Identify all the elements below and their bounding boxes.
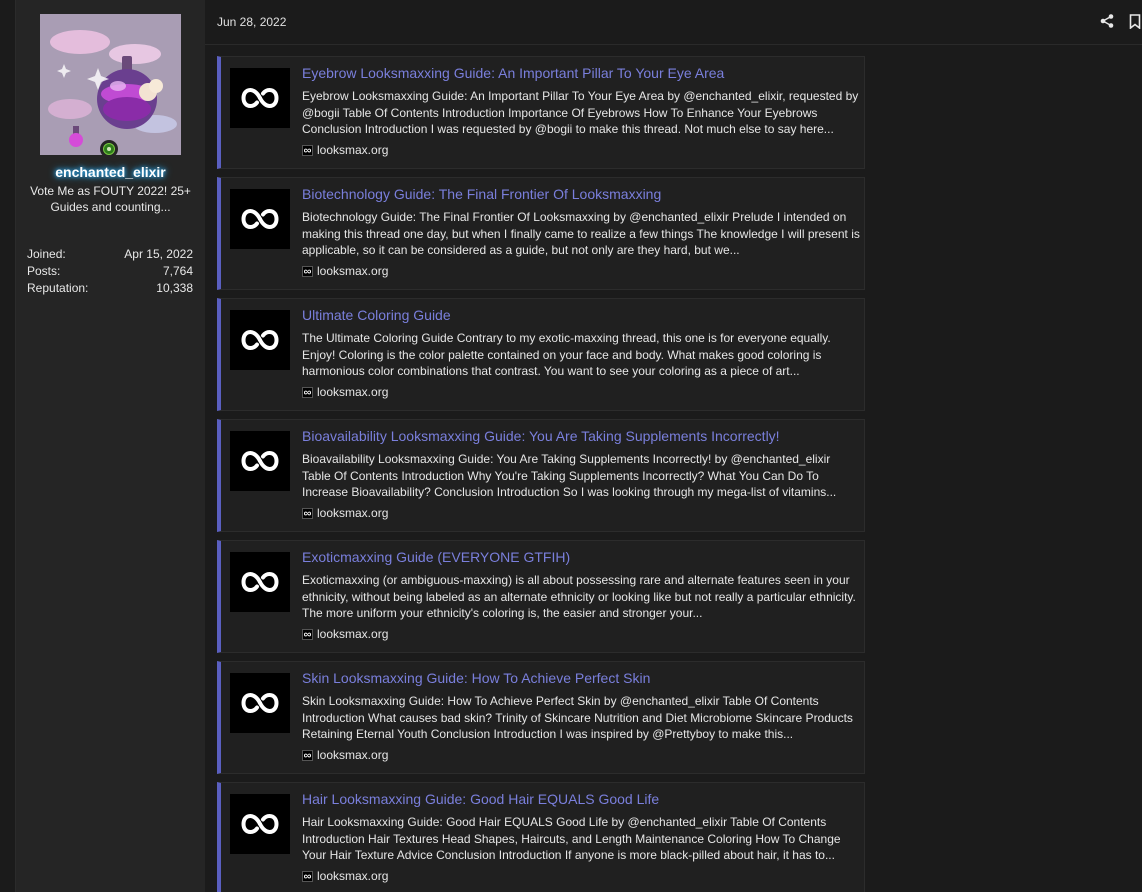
embed-domain-text: looksmax.org [317,869,389,883]
embed-description: The Ultimate Coloring Guide Contrary to … [302,331,831,378]
post-body: Jun 28, 2022 Eyebrow Looksmaxxing Guide:… [205,0,1142,892]
embed-domain-text: looksmax.org [317,143,389,157]
embed-title[interactable]: Biotechnology Guide: The Final Frontier … [302,186,661,202]
embed-description: Hair Looksmaxxing Guide: Good Hair EQUAL… [302,815,841,862]
favicon-icon [302,265,313,277]
avatar[interactable] [40,14,181,155]
embed-description: Biotechnology Guide: The Final Frontier … [302,210,860,257]
embed-domain[interactable]: looksmax.org [302,506,388,520]
username[interactable]: enchanted_elixir [16,164,205,180]
embed-thumbnail[interactable] [230,310,290,370]
stat-label: Joined: [27,247,66,261]
user-title: Vote Me as FOUTY 2022! 25+ Guides and co… [30,184,191,214]
looksmax-logo-icon [241,208,279,230]
embed-thumbnail[interactable] [230,673,290,733]
online-status-icon [100,140,118,158]
looksmax-logo-icon [241,87,279,109]
favicon-icon [302,628,313,640]
embed-domain[interactable]: looksmax.org [302,869,388,883]
user-stats: Joined: Apr 15, 2022 Posts: 7,764 Reputa… [27,246,193,297]
avatar-image [40,14,181,155]
stat-label: Posts: [27,264,61,278]
embed-domain-text: looksmax.org [317,748,389,762]
link-embed[interactable]: Biotechnology Guide: The Final Frontier … [217,177,865,290]
embed-description: Skin Looksmaxxing Guide: How To Achieve … [302,694,853,741]
embed-thumbnail[interactable] [230,794,290,854]
link-embed[interactable]: Exoticmaxxing Guide (EVERYONE GTFIH) Exo… [217,540,865,653]
embed-thumbnail[interactable] [230,552,290,612]
link-embed[interactable]: Eyebrow Looksmaxxing Guide: An Important… [217,56,865,169]
looksmax-logo-icon [241,329,279,351]
favicon-icon [302,144,313,156]
embed-domain-text: looksmax.org [317,264,389,278]
looksmax-logo-icon [241,450,279,472]
favicon-icon [302,870,313,882]
embed-domain[interactable]: looksmax.org [302,627,388,641]
embed-description: Exoticmaxxing (or ambiguous-maxxing) is … [302,573,856,620]
embed-description: Eyebrow Looksmaxxing Guide: An Important… [302,89,859,136]
link-embed[interactable]: Skin Looksmaxxing Guide: How To Achieve … [217,661,865,774]
user-sidebar: enchanted_elixir Vote Me as FOUTY 2022! … [15,0,206,892]
post-header: Jun 28, 2022 [205,0,1142,45]
stat-posts: Posts: 7,764 [27,263,193,280]
stat-value[interactable]: 7,764 [163,263,193,280]
favicon-icon [302,507,313,519]
embed-thumbnail[interactable] [230,68,290,128]
embed-title[interactable]: Eyebrow Looksmaxxing Guide: An Important… [302,65,724,81]
embed-title[interactable]: Skin Looksmaxxing Guide: How To Achieve … [302,670,650,686]
embed-title[interactable]: Hair Looksmaxxing Guide: Good Hair EQUAL… [302,791,659,807]
looksmax-logo-icon [241,571,279,593]
thread-page: enchanted_elixir Vote Me as FOUTY 2022! … [0,0,1142,892]
embed-domain-text: looksmax.org [317,627,389,641]
embed-title[interactable]: Ultimate Coloring Guide [302,307,451,323]
embed-title[interactable]: Bioavailability Looksmaxxing Guide: You … [302,428,780,444]
stat-label: Reputation: [27,281,89,295]
embed-thumbnail[interactable] [230,189,290,249]
favicon-icon [302,386,313,398]
stat-joined: Joined: Apr 15, 2022 [27,246,193,263]
embed-domain-text: looksmax.org [317,385,389,399]
link-embed[interactable]: Ultimate Coloring Guide The Ultimate Col… [217,298,865,411]
embed-domain[interactable]: looksmax.org [302,264,388,278]
bookmark-icon[interactable] [1129,14,1141,29]
favicon-icon [302,749,313,761]
embed-domain[interactable]: looksmax.org [302,385,388,399]
link-embed[interactable]: Hair Looksmaxxing Guide: Good Hair EQUAL… [217,782,865,892]
share-icon[interactable] [1100,14,1114,28]
stat-value: Apr 15, 2022 [124,247,193,261]
embed-thumbnail[interactable] [230,431,290,491]
embed-title[interactable]: Exoticmaxxing Guide (EVERYONE GTFIH) [302,549,570,565]
looksmax-logo-icon [241,813,279,835]
looksmax-logo-icon [241,692,279,714]
link-embed[interactable]: Bioavailability Looksmaxxing Guide: You … [217,419,865,532]
embed-domain[interactable]: looksmax.org [302,748,388,762]
embed-description: Bioavailability Looksmaxxing Guide: You … [302,452,837,499]
stat-value: 10,338 [156,281,193,295]
stat-reputation: Reputation: 10,338 [27,280,193,297]
post-date[interactable]: Jun 28, 2022 [217,15,286,29]
embed-domain-text: looksmax.org [317,506,389,520]
embed-domain[interactable]: looksmax.org [302,143,388,157]
